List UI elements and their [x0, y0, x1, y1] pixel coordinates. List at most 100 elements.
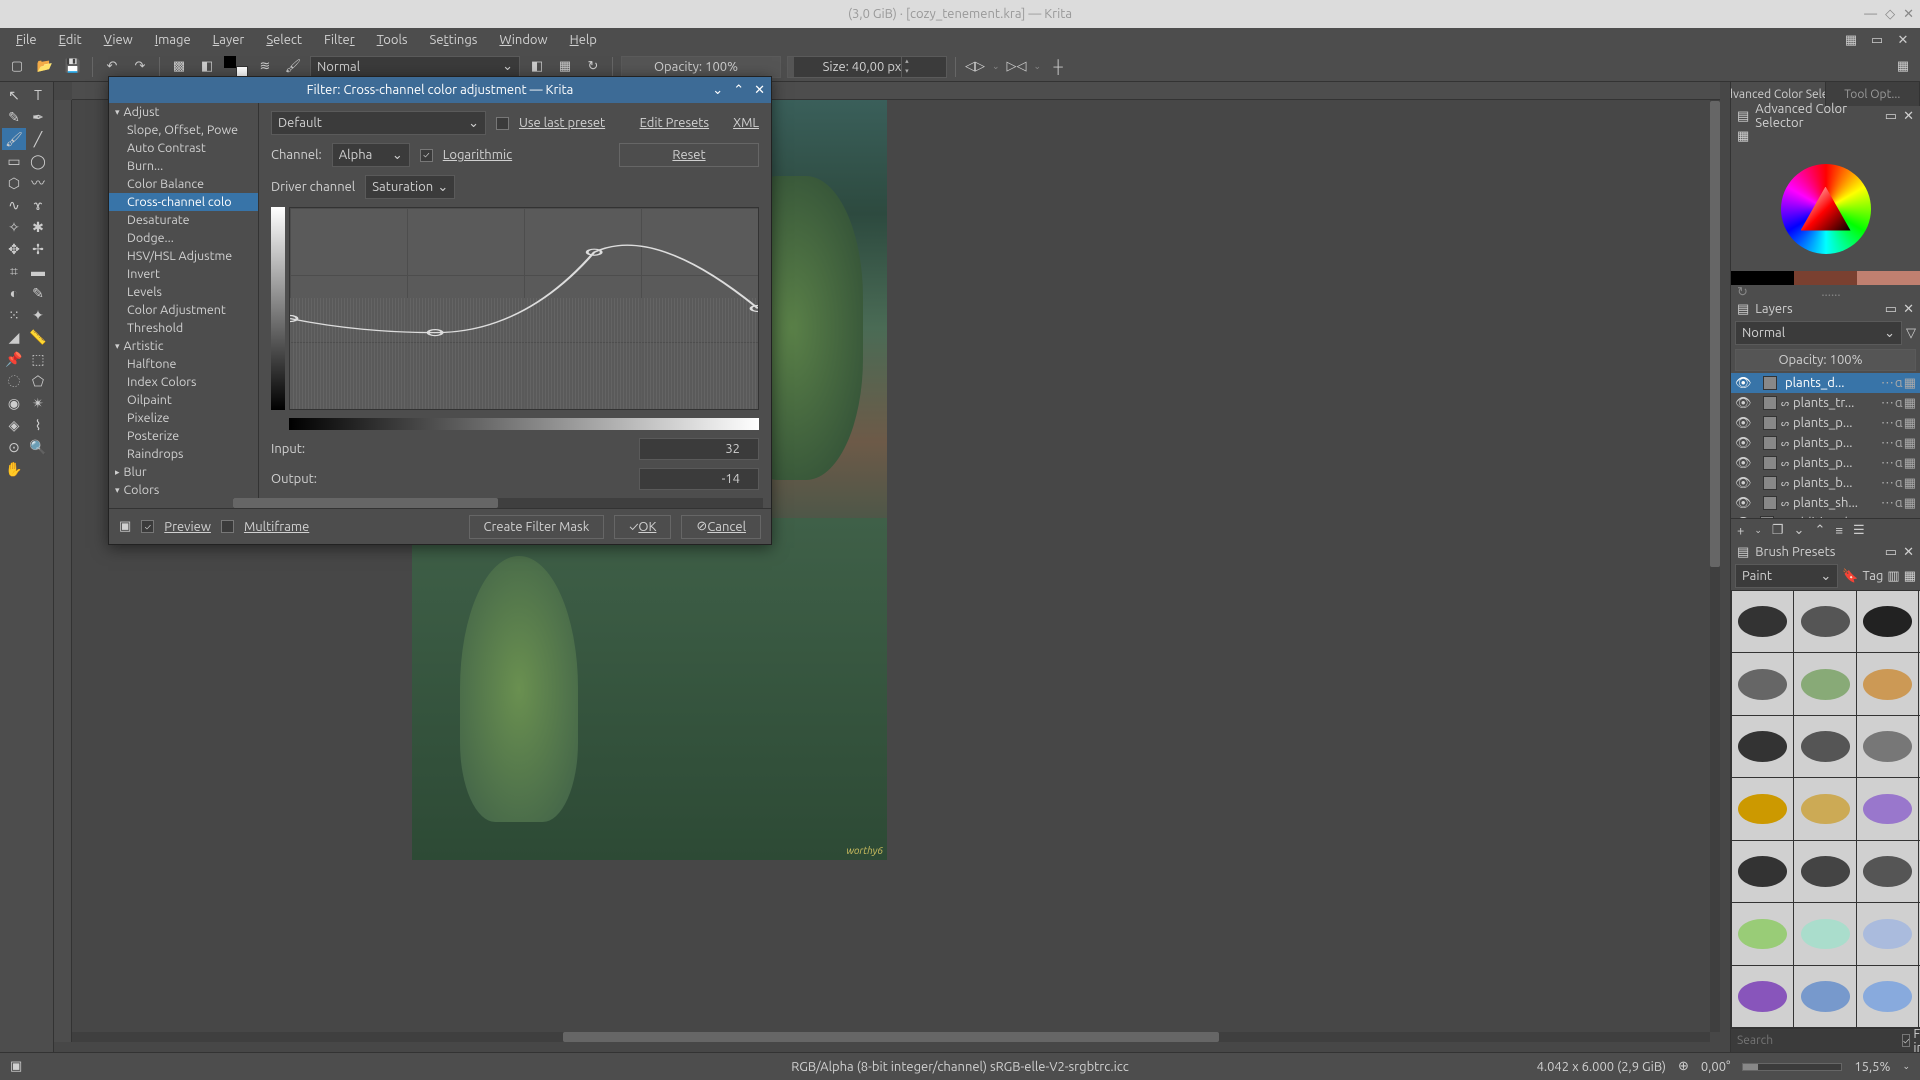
zoom-tool-icon[interactable]: 🔍	[26, 436, 50, 458]
grip-icon[interactable]: ▤	[1737, 109, 1749, 124]
panel-close-icon[interactable]: ✕	[1903, 302, 1914, 317]
menu-help[interactable]: Help	[560, 31, 607, 49]
brush-view-icon[interactable]: ▥	[1887, 569, 1899, 584]
pattern-icon[interactable]: ▩	[168, 56, 190, 78]
layer-props-icon[interactable]: ⋯	[1881, 496, 1894, 511]
tree-item[interactable]: Levels	[109, 283, 258, 301]
layer-row[interactable]: 👁ᔕplants_p...⋯ α ▦	[1731, 453, 1920, 473]
layer-blend-select[interactable]: Normal⌄	[1735, 321, 1902, 345]
calligraphy-tool-icon[interactable]: ✒	[26, 106, 50, 128]
brush-preset[interactable]	[1732, 778, 1793, 839]
menu-view[interactable]: View	[94, 31, 143, 49]
tree-item[interactable]: Raindrops	[109, 445, 258, 463]
menu-edit[interactable]: Edit	[49, 31, 92, 49]
panel-close-icon[interactable]: ✕	[1903, 545, 1914, 560]
multiframe-checkbox[interactable]	[221, 520, 234, 533]
layer-props-icon[interactable]: ⋯	[1881, 456, 1894, 471]
menu-window[interactable]: Window	[489, 31, 557, 49]
dialog-close-icon[interactable]: ✕	[754, 83, 765, 98]
filter-tag-checkbox[interactable]: ✓	[1902, 1034, 1910, 1047]
tree-item[interactable]: Pixelize	[109, 409, 258, 427]
brush-preset[interactable]	[1857, 653, 1918, 714]
poly-select-tool-icon[interactable]: ⬠	[26, 370, 50, 392]
curve-editor[interactable]	[289, 207, 759, 410]
alpha-lock-icon[interactable]: ▦	[554, 56, 576, 78]
smart-patch-tool-icon[interactable]: ✦	[26, 304, 50, 326]
tree-item[interactable]: Dodge...	[109, 229, 258, 247]
tree-category[interactable]: ▸Blur	[109, 463, 258, 481]
edit-presets-link[interactable]: Edit Presets	[640, 116, 709, 130]
visibility-icon[interactable]: 👁	[1735, 456, 1747, 471]
use-last-preset-checkbox[interactable]	[496, 117, 509, 130]
grip-icon[interactable]: ▤	[1737, 302, 1749, 317]
panel-float-icon[interactable]: ▭	[1885, 302, 1897, 317]
color-select-tool-icon[interactable]: ◈	[2, 414, 26, 436]
brush-storage-icon[interactable]: ▦	[1904, 569, 1916, 584]
move-up-icon[interactable]: ⌃	[1814, 523, 1825, 538]
measure-tool-icon[interactable]: 📏	[26, 326, 50, 348]
visibility-icon[interactable]: 👁	[1735, 496, 1747, 511]
reset-button[interactable]: Reset	[619, 143, 759, 167]
opacity-slider[interactable]: Opacity: 100%▴▾	[621, 56, 781, 78]
brush-preset[interactable]	[1857, 903, 1918, 964]
lock-icon[interactable]: ▦	[1904, 396, 1916, 411]
xml-link[interactable]: XML	[733, 116, 759, 130]
driver-channel-select[interactable]: Saturation⌄	[365, 175, 455, 199]
tree-category[interactable]: ▾Adjust	[109, 103, 258, 121]
workspace-chooser-icon[interactable]: ▦	[1892, 56, 1914, 78]
tree-category[interactable]: ▾Colors	[109, 481, 258, 498]
brush-size-slider[interactable]: Size: 40,00 px▴▾	[787, 56, 947, 78]
brush-preset-grid[interactable]	[1731, 590, 1920, 1028]
layer-menu-icon[interactable]: ☰	[1853, 523, 1865, 538]
menu-tools[interactable]: Tools	[367, 31, 418, 49]
lock-icon[interactable]: ▦	[1904, 376, 1916, 391]
visibility-icon[interactable]: 👁	[1735, 416, 1747, 431]
layer-row[interactable]: 👁ᔕplants_sh...⋯ α ▦	[1731, 493, 1920, 513]
bezier-tool-icon[interactable]: ∿	[2, 194, 26, 216]
brush-preset[interactable]	[1732, 716, 1793, 777]
dialog-expand-icon[interactable]: ⌃	[733, 83, 744, 98]
duplicate-layer-icon[interactable]: ❐	[1772, 523, 1784, 538]
new-file-icon[interactable]: ▢	[6, 56, 28, 78]
visibility-icon[interactable]: 👁	[1735, 436, 1747, 451]
color-wheel[interactable]	[1731, 146, 1920, 271]
scrollbar-vertical[interactable]	[1710, 100, 1720, 1032]
cancel-button[interactable]: ⊘ Cancel	[681, 515, 761, 539]
move-layer-tool-icon[interactable]: ✢	[26, 238, 50, 260]
reference-tool-icon[interactable]: 📌	[2, 348, 26, 370]
brush-category-select[interactable]: Paint⌄	[1735, 564, 1838, 588]
brush-preset[interactable]	[1857, 778, 1918, 839]
contig-select-tool-icon[interactable]: ✴	[26, 392, 50, 414]
visibility-icon[interactable]: 👁	[1735, 476, 1747, 491]
tree-item[interactable]: Index Colors	[109, 373, 258, 391]
layers-list[interactable]: 👁plants_d...⋯ α ▦👁ᔕplants_tr...⋯ α ▦👁ᔕpl…	[1731, 373, 1920, 518]
blend-mode-select[interactable]: Normal⌄	[310, 56, 520, 78]
dock-layout-icon[interactable]: ▦	[1840, 29, 1862, 51]
tree-item[interactable]: Burn...	[109, 157, 258, 175]
text-tool-icon[interactable]: T	[26, 84, 50, 106]
transform-tool-icon[interactable]: ✥	[2, 238, 26, 260]
pan-tool-icon[interactable]: ✋	[2, 458, 26, 480]
magnetic-select-tool-icon[interactable]: ⊙	[2, 436, 26, 458]
lock-icon[interactable]: ▦	[1904, 476, 1916, 491]
panel-float-icon[interactable]: ▭	[1885, 109, 1897, 124]
fgbg-color-icon[interactable]	[224, 56, 248, 78]
window-close-icon[interactable]: ✕	[1903, 7, 1914, 22]
layer-props-icon[interactable]: ⋯	[1881, 436, 1894, 451]
tree-item[interactable]: HSV/HSL Adjustme	[109, 247, 258, 265]
brush-preset[interactable]	[1857, 591, 1918, 652]
layer-props-icon[interactable]: ⋯	[1881, 416, 1894, 431]
brush-preset[interactable]	[1732, 653, 1793, 714]
panel-float-icon[interactable]: ▭	[1885, 545, 1897, 560]
window-minimize-icon[interactable]: —	[1864, 7, 1877, 22]
brush-preset[interactable]	[1732, 591, 1793, 652]
brush-preset[interactable]	[1732, 841, 1793, 902]
multibrush-tool-icon[interactable]: ✱	[26, 216, 50, 238]
dock-close-icon[interactable]: ✕	[1892, 29, 1914, 51]
brush-preset[interactable]	[1857, 716, 1918, 777]
menu-select[interactable]: Select	[256, 31, 312, 49]
dynamic-brush-tool-icon[interactable]: ✧	[2, 216, 26, 238]
move-tool-icon[interactable]: ↖	[2, 84, 26, 106]
fill-tool-icon[interactable]: ▬	[26, 260, 50, 282]
move-down-icon[interactable]: ⌄	[1794, 523, 1805, 538]
